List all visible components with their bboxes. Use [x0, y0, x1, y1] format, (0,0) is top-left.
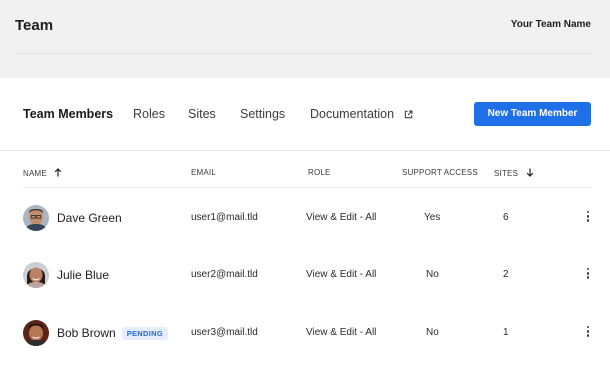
- tab-team-members[interactable]: Team Members: [23, 107, 113, 121]
- column-sites-label: SITES: [494, 169, 519, 178]
- member-name: Dave Green: [57, 211, 122, 225]
- avatar: [23, 262, 49, 288]
- sort-descending-icon: [526, 168, 533, 177]
- new-team-member-button[interactable]: New Team Member: [474, 102, 591, 126]
- tab-bar: Team Members Roles Sites Settings Docume…: [0, 78, 610, 151]
- page-title: Team: [15, 17, 54, 34]
- member-name: Julie Blue: [57, 268, 109, 282]
- table-row[interactable]: Dave Green user1@mail.tld View & Edit - …: [23, 189, 591, 246]
- member-role: View & Edit - All: [306, 269, 377, 280]
- member-support-access: No: [426, 327, 439, 338]
- more-options-icon[interactable]: [585, 209, 591, 227]
- column-header-support-access[interactable]: SUPPORT ACCESS: [402, 168, 478, 177]
- column-header-name[interactable]: NAME: [23, 168, 62, 178]
- member-support-access: No: [426, 269, 439, 280]
- member-sites: 6: [503, 212, 509, 223]
- member-email: user2@mail.tld: [191, 269, 258, 280]
- member-name: Bob Brown PENDING: [57, 326, 168, 340]
- member-email: user3@mail.tld: [191, 327, 258, 338]
- member-role: View & Edit - All: [306, 327, 377, 338]
- status-badge: PENDING: [121, 327, 168, 340]
- sort-ascending-icon: [55, 168, 62, 177]
- column-header-role[interactable]: ROLE: [308, 168, 331, 177]
- member-support-access: Yes: [424, 212, 441, 223]
- more-options-icon[interactable]: [585, 266, 591, 284]
- header-divider: [15, 53, 595, 54]
- member-name-text: Dave Green: [57, 211, 122, 225]
- table-row[interactable]: Julie Blue user2@mail.tld View & Edit - …: [23, 246, 591, 303]
- member-email: user1@mail.tld: [191, 212, 258, 223]
- column-header-email[interactable]: EMAIL: [191, 168, 216, 177]
- avatar: [23, 320, 49, 346]
- column-name-label: NAME: [23, 169, 47, 178]
- member-name-text: Bob Brown: [57, 326, 116, 340]
- member-name-text: Julie Blue: [57, 268, 110, 282]
- tab-documentation-label: Documentation: [310, 107, 395, 121]
- member-sites: 2: [503, 269, 509, 280]
- tab-settings[interactable]: Settings: [240, 107, 285, 121]
- tab-sites[interactable]: Sites: [188, 107, 216, 121]
- page-header: Team Your Team Name: [0, 0, 610, 78]
- member-sites: 1: [503, 327, 509, 338]
- table-header: NAME EMAIL ROLE SUPPORT ACCESS SITES: [23, 151, 591, 188]
- team-name[interactable]: Your Team Name: [511, 19, 591, 30]
- external-link-icon: [404, 110, 413, 119]
- tab-documentation[interactable]: Documentation: [310, 107, 413, 121]
- tab-roles[interactable]: Roles: [133, 107, 165, 121]
- avatar: [23, 205, 49, 231]
- more-options-icon[interactable]: [585, 324, 591, 342]
- column-header-sites[interactable]: SITES: [494, 168, 534, 178]
- member-role: View & Edit - All: [306, 212, 377, 223]
- table-row[interactable]: Bob Brown PENDING user3@mail.tld View & E…: [23, 304, 591, 361]
